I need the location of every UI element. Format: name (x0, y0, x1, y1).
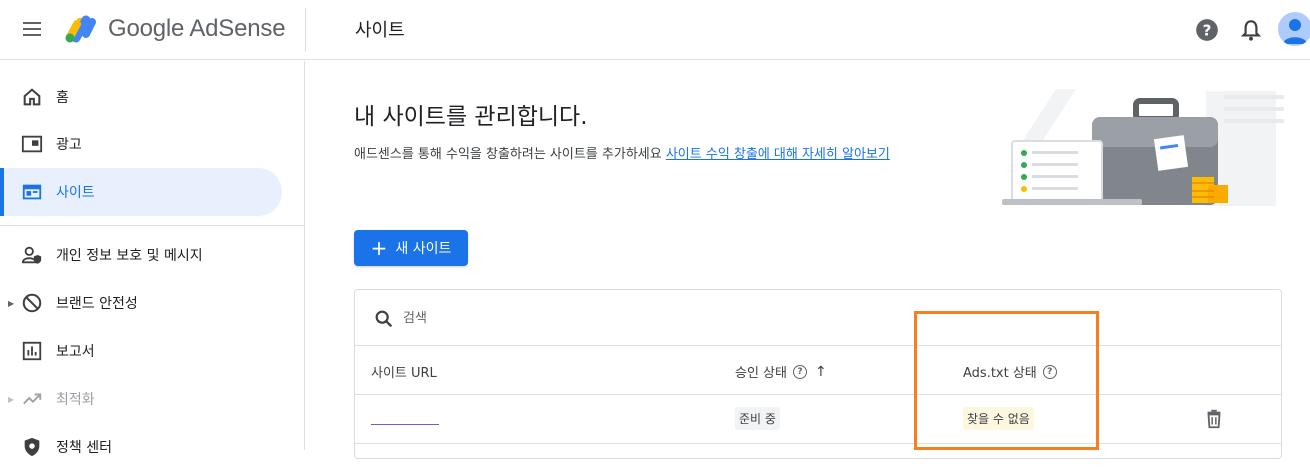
learn-more-link[interactable]: 사이트 수익 창출에 대해 자세히 알아보기 (666, 147, 890, 162)
svg-text:?: ? (1203, 21, 1212, 39)
new-site-button[interactable]: + 새 사이트 (354, 230, 468, 266)
reports-icon (20, 339, 44, 363)
sidebar-item-home[interactable]: 홈 (0, 73, 282, 121)
adsense-logo[interactable]: Google AdSense (64, 14, 286, 44)
sites-table: 사이트 URL 승인 상태 ? ↑ Ads.txt 상태 ? 준비 중 찾을 수… (354, 289, 1282, 459)
site-url-link[interactable] (371, 411, 439, 425)
avatar-person-icon (1283, 19, 1307, 44)
sort-ascending-icon[interactable]: ↑ (815, 364, 827, 380)
privacy-icon (20, 243, 44, 267)
main-content: 내 사이트를 관리합니다. 애드센스를 통해 수익을 창출하려는 사이트를 추가… (306, 61, 1310, 459)
column-header-label: 사이트 URL (371, 366, 437, 381)
sidebar-item-privacy-messaging[interactable]: 개인 정보 보호 및 메시지 (0, 231, 282, 279)
table-row: 준비 중 찾을 수 없음 (355, 395, 1281, 444)
logo-text: Google AdSense (108, 15, 286, 42)
column-header-site-url[interactable]: 사이트 URL (371, 362, 437, 381)
sidebar-item-label: 브랜드 안전성 (56, 296, 138, 312)
header-divider (305, 8, 306, 52)
column-header-approval-status[interactable]: 승인 상태 ? ↑ (735, 362, 827, 382)
description-text: 애드센스를 통해 수익을 창출하려는 사이트를 추가하세요 (354, 147, 666, 162)
briefcase-illustration (1002, 89, 1284, 206)
sidebar-item-reports[interactable]: 보고서 (0, 327, 282, 375)
sidebar-item-label: 광고 (56, 137, 82, 153)
search-input[interactable] (403, 304, 803, 332)
table-header-row: 사이트 URL 승인 상태 ? ↑ Ads.txt 상태 ? (355, 346, 1281, 395)
search-icon (375, 310, 393, 328)
expand-caret-icon[interactable]: ▶ (8, 299, 14, 308)
home-icon (20, 85, 44, 109)
adsense-logo-icon (65, 15, 96, 43)
page-headline: 내 사이트를 관리합니다. (354, 104, 588, 130)
table-search-bar (355, 290, 1281, 346)
notifications-icon[interactable] (1238, 17, 1264, 43)
sidebar-item-label: 사이트 (56, 185, 95, 201)
delete-icon[interactable] (1203, 408, 1225, 430)
page-description: 애드센스를 통해 수익을 창출하려는 사이트를 추가하세요 사이트 수익 창출에… (354, 143, 890, 162)
help-outline-icon[interactable]: ? (792, 364, 807, 379)
top-app-bar: Google AdSense 사이트 ? (0, 0, 1310, 60)
column-header-label: 승인 상태 (735, 366, 787, 381)
sidebar-item-label: 개인 정보 보호 및 메시지 (56, 248, 203, 264)
sidebar-item-optimization[interactable]: ▶ 최적화 (0, 375, 282, 423)
sidebar-item-label: 최적화 (56, 392, 95, 408)
page-title: 사이트 (355, 20, 405, 41)
sidebar-item-brand-safety[interactable]: ▶ 브랜드 안전성 (0, 279, 282, 327)
trending-icon (20, 387, 44, 411)
sidebar-item-label: 홈 (56, 90, 69, 106)
help-icon[interactable]: ? (1194, 17, 1220, 43)
add-icon: + (370, 236, 388, 260)
annotation-highlight-box (914, 311, 1099, 450)
new-site-button-label: 새 사이트 (395, 241, 452, 257)
account-avatar[interactable] (1278, 12, 1310, 46)
sidebar-item-policy-center[interactable]: 정책 센터 (0, 423, 282, 471)
ads-icon (20, 132, 44, 156)
sites-icon (20, 180, 44, 204)
sidebar-item-label: 정책 센터 (56, 440, 112, 456)
sidebar-item-sites[interactable]: 사이트 (0, 168, 282, 216)
policy-icon (20, 435, 44, 459)
expand-caret-icon[interactable]: ▶ (8, 395, 14, 404)
approval-status-badge: 준비 중 (735, 407, 780, 430)
sidebar-item-label: 보고서 (56, 344, 95, 360)
sidebar-nav: 홈 광고 사이트 개인 정보 보호 및 메시지 ▶ 브랜드 안전성 보고서 ▶ (0, 61, 305, 457)
block-icon (20, 291, 44, 315)
sidebar-item-ads[interactable]: 광고 (0, 120, 282, 168)
sidebar-divider (0, 225, 305, 226)
main-menu-button[interactable] (20, 18, 44, 42)
